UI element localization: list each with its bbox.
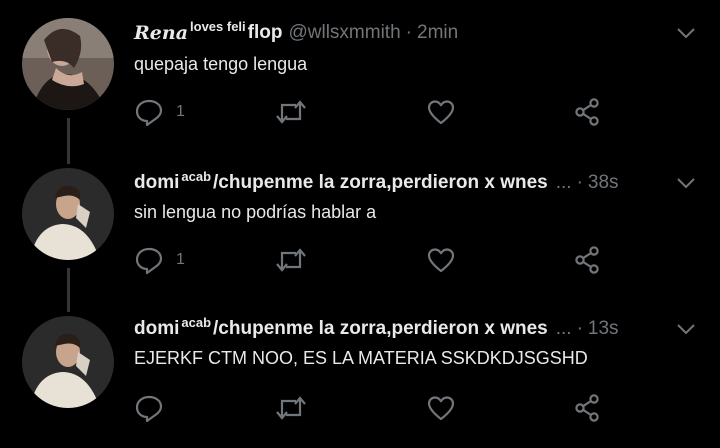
timestamp[interactable]: 13s: [588, 318, 619, 340]
chevron-down-icon[interactable]: [676, 26, 696, 40]
separator-dot: ·: [576, 318, 583, 339]
separator-dot: ·: [405, 22, 412, 43]
retweet-button[interactable]: [274, 245, 308, 275]
chevron-down-icon[interactable]: [676, 322, 696, 336]
tweet-actions: 1: [134, 245, 614, 275]
retweet-icon: [276, 248, 306, 272]
display-name-superscript: acab: [181, 168, 212, 184]
tweet-text: EJERKF CTM NOO, ES LA MATERIA SSKDKDJSGS…: [134, 348, 588, 368]
share-button[interactable]: [572, 97, 602, 127]
tweet[interactable]: domi acab /chupenme la zorra,perdieron x…: [0, 150, 720, 290]
tweet-text: quepaja tengo lengua: [134, 54, 308, 74]
like-button[interactable]: [426, 245, 456, 275]
share-icon: [575, 246, 599, 274]
share-button[interactable]: [572, 393, 602, 423]
user-handle[interactable]: @wllsxmmith: [288, 22, 400, 44]
reply-button[interactable]: 1: [134, 97, 185, 127]
truncation-ellipsis: ...: [555, 172, 572, 193]
display-name[interactable]: domi: [134, 172, 179, 194]
tweet-text: sin lengua no podrías hablar a: [134, 202, 377, 222]
tweet-header: domi acab /chupenme la zorra,perdieron x…: [134, 168, 619, 198]
separator-dot: ·: [576, 172, 583, 193]
tweet-actions: [134, 393, 614, 423]
share-icon: [575, 394, 599, 422]
timestamp[interactable]: 38s: [588, 172, 619, 194]
heart-icon: [427, 100, 455, 125]
timestamp[interactable]: 2min: [417, 22, 458, 44]
reply-count: 1: [176, 251, 185, 268]
reply-icon: [135, 99, 163, 127]
avatar[interactable]: [22, 18, 114, 110]
display-name[interactable]: domi: [134, 318, 179, 340]
reply-button[interactable]: 1: [134, 245, 185, 275]
retweet-icon: [276, 396, 306, 420]
reply-button[interactable]: [134, 393, 176, 423]
display-name[interactable]: Rena: [134, 22, 188, 44]
retweet-button[interactable]: [274, 97, 308, 127]
display-name-superscript: loves feli: [190, 18, 246, 34]
chevron-down-icon[interactable]: [676, 176, 696, 190]
display-name-suffix[interactable]: /chupenme la zorra,perdieron x wnes: [213, 172, 548, 194]
retweet-icon: [276, 100, 306, 124]
tweet-header: Rena loves feli flop @wllsxmmith · 2min: [134, 18, 458, 48]
like-button[interactable]: [426, 393, 456, 423]
display-name-suffix[interactable]: /chupenme la zorra,perdieron x wnes: [213, 318, 548, 340]
heart-icon: [427, 248, 455, 273]
avatar[interactable]: [22, 316, 114, 408]
display-name-superscript: acab: [181, 314, 212, 330]
reply-icon: [135, 395, 163, 423]
tweet-header: domi acab /chupenme la zorra,perdieron x…: [134, 314, 619, 344]
share-button[interactable]: [572, 245, 602, 275]
retweet-button[interactable]: [274, 393, 308, 423]
share-icon: [575, 98, 599, 126]
truncation-ellipsis: ...: [555, 318, 572, 339]
tweet[interactable]: domi acab /chupenme la zorra,perdieron x…: [0, 296, 720, 448]
tweet-actions: 1: [134, 97, 614, 127]
heart-icon: [427, 396, 455, 421]
reply-count: 1: [176, 103, 185, 120]
avatar[interactable]: [22, 168, 114, 260]
display-name-suffix[interactable]: flop: [248, 22, 283, 44]
reply-icon: [135, 247, 163, 275]
tweet[interactable]: Rena loves feli flop @wllsxmmith · 2min …: [0, 0, 720, 140]
like-button[interactable]: [426, 97, 456, 127]
